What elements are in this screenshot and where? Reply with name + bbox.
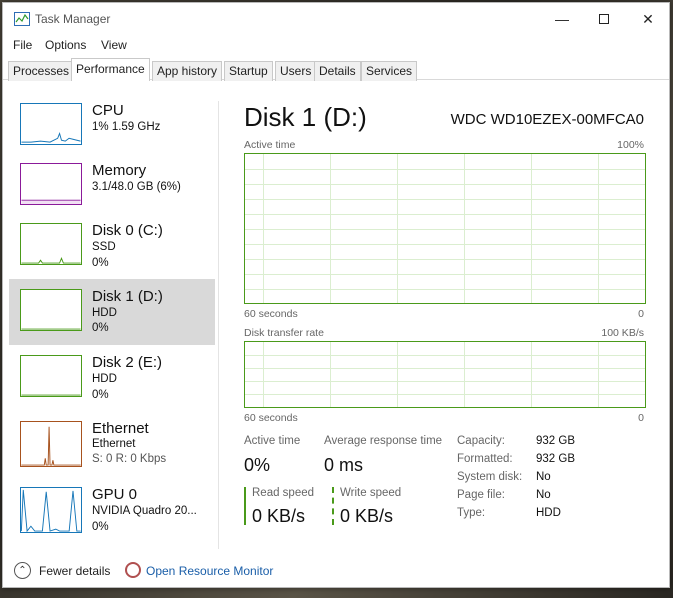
title-bar: Task Manager — ✕	[3, 3, 669, 35]
sidebar-item-gpu0[interactable]: GPU 0 NVIDIA Quadro 20... 0%	[9, 481, 215, 547]
cpu-thumbnail-graph	[20, 103, 82, 145]
task-manager-icon	[14, 12, 30, 26]
close-button[interactable]: ✕	[637, 9, 659, 29]
active-time-chart-min: 0	[638, 308, 644, 320]
sidebar-item-adapter: NVIDIA Quadro 20...	[92, 505, 197, 517]
resource-monitor-icon	[125, 562, 141, 578]
active-time-chart-duration: 60 seconds	[244, 308, 298, 320]
capacity-label: Capacity:	[457, 435, 505, 447]
menu-options[interactable]: Options	[45, 38, 86, 52]
type-label: Type:	[457, 507, 486, 519]
transfer-rate-chart-min: 0	[638, 412, 644, 424]
sidebar-item-label: Disk 0 (C:)	[92, 222, 163, 239]
disk2-thumbnail-graph	[20, 355, 82, 397]
write-speed-value: 0 KB/s	[340, 506, 394, 526]
sidebar-item-throughput: S: 0 R: 0 Kbps	[92, 453, 167, 465]
disk0-thumbnail-graph	[20, 223, 82, 265]
active-time-chart-label: Active time	[244, 139, 296, 151]
tab-details[interactable]: Details	[314, 61, 361, 81]
menu-bar: File Options View	[3, 35, 669, 55]
active-time-stat-value: 0%	[244, 455, 271, 475]
sidebar-item-label: GPU 0	[92, 486, 138, 503]
sidebar-item-disk0[interactable]: Disk 0 (C:) SSD 0%	[9, 217, 215, 283]
sidebar-item-disk1[interactable]: Disk 1 (D:) HDD 0%	[9, 279, 215, 345]
disk1-thumbnail-graph	[20, 289, 82, 331]
formatted-label: Formatted:	[457, 453, 513, 465]
sidebar-item-detail: 3.1/48.0 GB (6%)	[92, 181, 181, 193]
maximize-button[interactable]	[593, 9, 615, 29]
page-file-value: No	[536, 489, 551, 501]
sidebar-item-usage: 0%	[92, 257, 109, 269]
maximize-icon	[599, 14, 609, 24]
formatted-value: 932 GB	[536, 453, 575, 465]
sidebar-item-adapter: Ethernet	[92, 438, 136, 450]
tab-app-history[interactable]: App history	[152, 61, 223, 81]
sidebar-item-label: Disk 2 (E:)	[92, 354, 163, 371]
response-time-stat-value: 0 ms	[324, 455, 364, 475]
write-speed-indicator	[332, 487, 334, 525]
page-file-label: Page file:	[457, 489, 505, 501]
menu-file[interactable]: File	[13, 38, 32, 52]
transfer-rate-chart-duration: 60 seconds	[244, 412, 298, 424]
memory-thumbnail-graph	[20, 163, 82, 205]
read-speed-indicator	[244, 487, 246, 525]
sidebar-item-ethernet[interactable]: Ethernet Ethernet S: 0 R: 0 Kbps	[9, 415, 215, 481]
menu-view[interactable]: View	[101, 38, 127, 52]
minimize-button[interactable]: —	[551, 9, 573, 29]
sidebar-item-label: Disk 1 (D:)	[92, 288, 163, 305]
gpu-thumbnail-graph	[20, 487, 82, 533]
sidebar-item-label: Ethernet	[92, 420, 149, 437]
tab-processes[interactable]: Processes	[8, 61, 75, 81]
tab-services[interactable]: Services	[361, 61, 418, 81]
sidebar-item-type: HDD	[92, 373, 117, 385]
system-disk-value: No	[536, 471, 551, 483]
transfer-rate-chart-label: Disk transfer rate	[244, 327, 324, 339]
tab-performance[interactable]: Performance	[71, 58, 150, 81]
fewer-details-button[interactable]: Fewer details	[39, 564, 110, 578]
response-time-stat-label: Average response time	[324, 435, 443, 447]
sidebar-item-label: CPU	[92, 102, 124, 119]
sidebar-item-type: HDD	[92, 307, 117, 319]
disk-model: WDC WD10EZEX-00MFCA0	[450, 111, 644, 128]
type-value: HDD	[536, 507, 561, 519]
active-time-chart	[244, 153, 646, 304]
sidebar-item-usage: 0%	[92, 521, 109, 533]
watermark-logo: BAZAR	[560, 556, 649, 583]
sidebar-item-type: SSD	[92, 241, 116, 253]
task-manager-window: Task Manager — ✕ File Options View Proce…	[2, 2, 670, 588]
sidebar-item-cpu[interactable]: CPU 1% 1.59 GHz	[9, 97, 215, 163]
tab-bar: Processes Performance App history Startu…	[3, 58, 669, 81]
sidebar-item-usage: 0%	[92, 389, 109, 401]
sidebar-item-disk2[interactable]: Disk 2 (E:) HDD 0%	[9, 349, 215, 415]
system-disk-label: System disk:	[457, 471, 523, 483]
read-speed-value: 0 KB/s	[252, 506, 306, 526]
transfer-rate-chart	[244, 341, 646, 408]
sidebar-item-label: Memory	[92, 162, 147, 179]
active-time-stat-label: Active time	[244, 435, 301, 447]
chevron-up-icon[interactable]: ⌃	[14, 562, 31, 579]
transfer-rate-chart-max: 100 KB/s	[601, 327, 644, 339]
tab-startup[interactable]: Startup	[224, 61, 273, 81]
page-title: Disk 1 (D:)	[244, 102, 367, 132]
window-title: Task Manager	[35, 12, 111, 26]
write-speed-label: Write speed	[340, 487, 402, 499]
capacity-value: 932 GB	[536, 435, 575, 447]
sidebar-item-memory[interactable]: Memory 3.1/48.0 GB (6%)	[9, 157, 215, 223]
open-resource-monitor-link[interactable]: Open Resource Monitor	[146, 564, 273, 578]
active-time-chart-max: 100%	[617, 139, 644, 151]
sidebar-item-detail: 1% 1.59 GHz	[92, 121, 161, 133]
sidebar-divider	[218, 101, 219, 549]
sidebar-item-usage: 0%	[92, 322, 109, 334]
read-speed-label: Read speed	[252, 487, 315, 499]
ethernet-thumbnail-graph	[20, 421, 82, 467]
tab-users[interactable]: Users	[275, 61, 317, 81]
